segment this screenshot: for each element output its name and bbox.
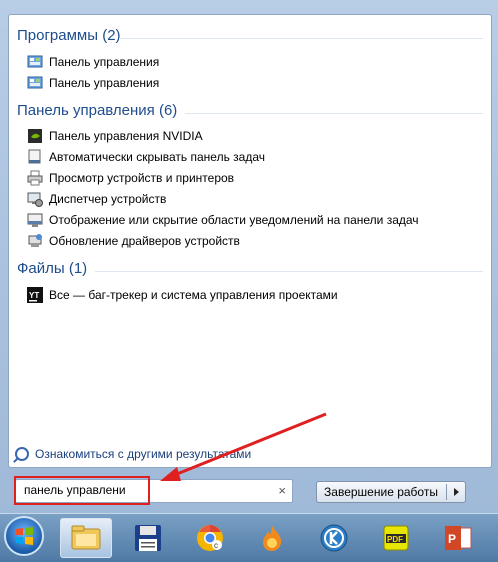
powerpoint-icon: P [445,526,472,550]
result-item-devices-printers[interactable]: Просмотр устройств и принтеров [27,168,234,188]
divider [446,484,447,500]
svg-text:P: P [448,532,456,546]
divider [185,113,483,114]
control-panel-icon [27,54,43,70]
result-item-label: Диспетчер устройств [49,192,167,206]
result-item-label: Все — баг-трекер и система управления пр… [49,288,338,302]
result-item-label: Панель управления NVIDIA [49,129,203,143]
result-item-nvidia[interactable]: Панель управления NVIDIA [27,126,203,146]
start-button[interactable] [4,516,44,556]
explorer-icon [71,525,101,550]
taskbar: c PDF P [0,513,498,562]
result-item-driver-update[interactable]: Обновление драйверов устройств [27,231,240,251]
result-item-label: Панель управления [49,76,160,90]
driver-update-icon [27,233,43,249]
chrome-canary-icon: c [197,525,223,551]
group-title-programs[interactable]: Программы (2) [17,27,121,44]
control-panel-icon [27,75,43,91]
result-item-taskbar-autohide[interactable]: Автоматически скрывать панель задач [27,147,265,167]
taskbar-chrome-canary[interactable]: c [184,518,236,558]
notification-area-icon [27,212,43,228]
result-item-label: Обновление драйверов устройств [49,234,240,248]
taskbar-pdf-reader[interactable]: PDF [370,518,422,558]
divider [95,271,483,272]
red-highlight-box [14,476,150,505]
taskbar-explorer[interactable] [60,518,112,558]
pdf-reader-icon: PDF [383,525,409,551]
taskbar-powerpoint[interactable]: P [432,518,484,558]
taskbar-fire-app[interactable] [246,518,298,558]
see-more-results-label: Ознакомиться с другими результатами [35,447,252,461]
taskbar-floppy-app[interactable] [122,518,174,558]
result-item-control-panel[interactable]: Панель управления [27,73,159,93]
printer-icon [27,170,43,186]
clear-search-icon[interactable]: × [278,483,286,498]
result-item-label: Автоматически скрывать панель задач [49,150,266,164]
svg-text:PDF: PDF [387,535,403,544]
result-item-label: Панель управления [49,55,160,69]
nvidia-icon [27,128,43,144]
result-item-control-panel[interactable]: Панель управления [27,52,159,72]
device-manager-icon [27,191,43,207]
taskbar-round-k-app[interactable] [308,518,360,558]
start-menu: Программы (2) Панель управления Панель у… [0,0,498,513]
result-item-label: Просмотр устройств и принтеров [49,171,235,185]
svg-text:c: c [214,541,218,550]
result-item-notification-area[interactable]: Отображение или скрытие области уведомле… [27,210,419,230]
fire-app-icon [263,526,282,551]
search-icon [15,447,29,461]
taskbar-icon [27,149,43,165]
group-title-control-panel[interactable]: Панель управления (6) [17,102,177,119]
shutdown-button[interactable]: Завершение работы [316,481,466,503]
floppy-save-icon [135,525,161,551]
shutdown-options-arrow-icon[interactable] [454,488,459,496]
svg-text:YT: YT [29,291,39,300]
youtrack-icon: YT [27,287,43,303]
round-k-app-icon [320,524,348,552]
windows-logo-icon [16,527,33,545]
divider [119,38,483,39]
group-title-files[interactable]: Файлы (1) [17,260,87,277]
see-more-results-link[interactable]: Ознакомиться с другими результатами [15,447,251,461]
result-item-device-manager[interactable]: Диспетчер устройств [27,189,166,209]
result-item-file-youtrack[interactable]: YT Все — баг-трекер и система управления… [27,285,338,305]
result-item-label: Отображение или скрытие области уведомле… [49,213,419,227]
shutdown-label: Завершение работы [324,485,438,499]
search-results-panel: Программы (2) Панель управления Панель у… [8,14,492,468]
